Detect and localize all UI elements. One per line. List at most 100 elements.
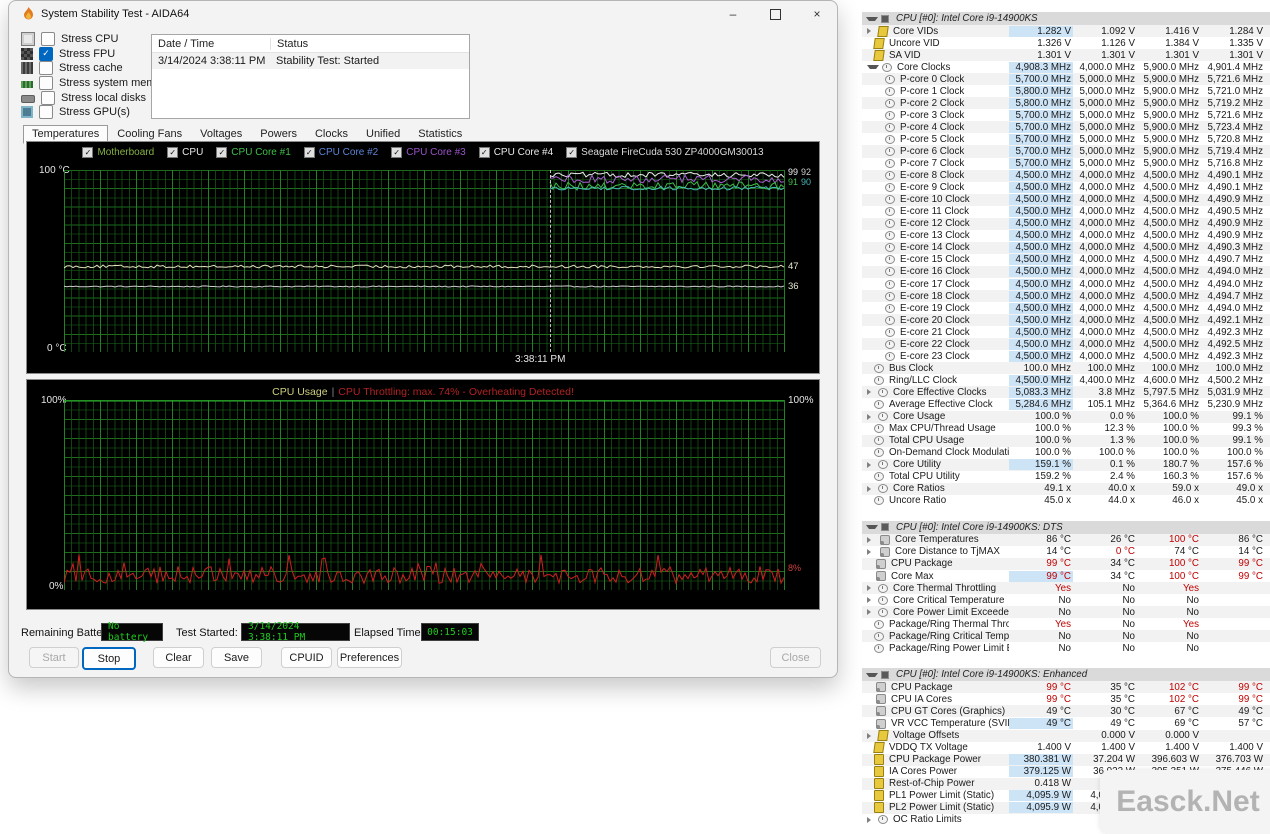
sensor-row[interactable]: E-core 9 Clock 4,500.0 MHz 4,000.0 MHz 4,50… bbox=[862, 182, 1270, 194]
chevron-right-icon[interactable] bbox=[867, 732, 875, 739]
cpuid-button[interactable]: CPUID bbox=[281, 647, 332, 668]
sensor-row[interactable]: On-Demand Clock Modulation 100.0 % 100.0 %… bbox=[862, 447, 1270, 459]
close-window-button[interactable]: × bbox=[803, 3, 831, 25]
sensor-row[interactable]: E-core 19 Clock 4,500.0 MHz 4,000.0 MHz 4,5… bbox=[862, 302, 1270, 314]
legend-checkbox[interactable]: ✓ bbox=[391, 147, 403, 158]
sensor-row[interactable]: Total CPU Usage 100.0 % 1.3 % 100.0 % 99.1 % bbox=[862, 434, 1270, 447]
legend-checkbox[interactable]: ✓ bbox=[216, 147, 228, 158]
sensor-row[interactable]: E-core 12 Clock 4,500.0 MHz 4,000.0 MHz 4,5… bbox=[862, 217, 1270, 230]
sensor-row[interactable]: P-core 1 Clock 5,800.0 MHz 5,000.0 MHz 5,90… bbox=[862, 85, 1270, 97]
sensor-row[interactable]: Package/Ring Critical Temperature No No No bbox=[862, 630, 1270, 643]
sensor-row[interactable]: CPU Package 99 °C 34 °C 100 °C 99 °C bbox=[862, 557, 1270, 571]
sensor-row[interactable]: SA VID 1.301 V 1.301 V 1.301 V 1.301 V bbox=[862, 49, 1270, 62]
save-button[interactable]: Save bbox=[211, 647, 262, 668]
titlebar[interactable]: System Stability Test - AIDA64 – × bbox=[9, 1, 837, 27]
maximize-button[interactable] bbox=[761, 3, 789, 25]
sensor-row[interactable]: E-core 22 Clock 4,500.0 MHz 4,000.0 MHz 4,5… bbox=[862, 338, 1270, 351]
sensor-row[interactable]: Core Effective Clocks 5,083.3 MHz 3.8 MHz 5… bbox=[862, 386, 1270, 399]
sensor-row[interactable]: Core Critical Temperature No No No bbox=[862, 594, 1270, 606]
log-row[interactable]: 3/14/2024 3:38:11 PM Stability Test: Star… bbox=[152, 53, 469, 69]
chevron-down-icon[interactable] bbox=[867, 65, 879, 70]
chevron-right-icon[interactable] bbox=[867, 485, 875, 492]
sensor-row[interactable]: Core Temperatures 86 °C 26 °C 100 °C 86 °C bbox=[862, 533, 1270, 546]
chevron-down-icon[interactable] bbox=[866, 672, 878, 677]
stress-checkbox[interactable] bbox=[41, 32, 55, 47]
stress-checkbox[interactable] bbox=[39, 76, 53, 91]
sensor-row[interactable]: Package/Ring Thermal Throttling Yes No Yes bbox=[862, 618, 1270, 630]
sensor-row[interactable]: E-core 11 Clock 4,500.0 MHz 4,000.0 MHz 4,5… bbox=[862, 206, 1270, 218]
sensor-row[interactable]: Core Power Limit Exceeded No No No bbox=[862, 606, 1270, 619]
chevron-right-icon[interactable] bbox=[867, 585, 875, 592]
sensor-row[interactable]: Package/Ring Power Limit Exceeded No No No bbox=[862, 642, 1270, 654]
legend-checkbox[interactable]: ✓ bbox=[82, 147, 94, 158]
sensor-row[interactable]: E-core 14 Clock 4,500.0 MHz 4,000.0 MHz 4,5… bbox=[862, 241, 1270, 254]
sensor-row[interactable]: E-core 23 Clock 4,500.0 MHz 4,000.0 MHz 4,5… bbox=[862, 350, 1270, 362]
sensor-row[interactable]: VR VCC Temperature (SVID) 49 °C 49 °C 69 °C… bbox=[862, 717, 1270, 729]
sensor-row[interactable]: P-core 0 Clock 5,700.0 MHz 5,000.0 MHz 5,90… bbox=[862, 73, 1270, 86]
minimize-button[interactable]: – bbox=[719, 3, 747, 25]
sensor-row[interactable]: P-core 5 Clock 5,700.0 MHz 5,000.0 MHz 5,90… bbox=[862, 133, 1270, 145]
sensor-row[interactable]: Uncore Ratio 45.0 x 44.0 x 46.0 x 45.0 x bbox=[862, 495, 1270, 507]
sensor-row[interactable]: CPU IA Cores 99 °C 35 °C 102 °C 99 °C bbox=[862, 693, 1270, 705]
sensor-row[interactable]: Bus Clock 100.0 MHz 100.0 MHz 100.0 MHz 100.… bbox=[862, 362, 1270, 375]
stress-checkbox[interactable]: ✓ bbox=[39, 46, 53, 61]
chevron-right-icon[interactable] bbox=[867, 548, 875, 555]
sensor-row[interactable]: Ring/LLC Clock 4,500.0 MHz 4,400.0 MHz 4,60… bbox=[862, 374, 1270, 386]
sensor-row[interactable]: P-core 3 Clock 5,700.0 MHz 5,000.0 MHz 5,90… bbox=[862, 109, 1270, 121]
clear-button[interactable]: Clear bbox=[153, 647, 204, 668]
sensor-row[interactable]: CPU Package 99 °C 35 °C 102 °C 99 °C bbox=[862, 681, 1270, 694]
sensor-row[interactable]: E-core 16 Clock 4,500.0 MHz 4,000.0 MHz 4,5… bbox=[862, 265, 1270, 278]
sensor-row[interactable]: Core Distance to TjMAX 14 °C 0 °C 74 °C 14 °… bbox=[862, 546, 1270, 558]
chevron-right-icon[interactable] bbox=[867, 461, 875, 468]
sensor-row[interactable]: Core Clocks 4,908.3 MHz 4,000.0 MHz 5,900.0… bbox=[862, 61, 1270, 73]
legend-checkbox[interactable]: ✓ bbox=[303, 147, 315, 158]
sensor-row[interactable]: VDDQ TX Voltage 1.400 V 1.400 V 1.400 V 1.40… bbox=[862, 742, 1270, 754]
chevron-right-icon[interactable] bbox=[867, 389, 875, 396]
sensor-group-header[interactable]: CPU [#0]: Intel Core i9-14900KS bbox=[862, 12, 1270, 25]
chevron-down-icon[interactable] bbox=[866, 16, 878, 21]
sensor-row[interactable]: E-core 20 Clock 4,500.0 MHz 4,000.0 MHz 4,5… bbox=[862, 314, 1270, 327]
sensor-row[interactable]: Max CPU/Thread Usage 100.0 % 12.3 % 100.0 %… bbox=[862, 423, 1270, 435]
preferences-button[interactable]: Preferences bbox=[337, 647, 402, 668]
sensor-row[interactable]: E-core 15 Clock 4,500.0 MHz 4,000.0 MHz 4,5… bbox=[862, 254, 1270, 266]
sensor-row[interactable]: Core Max 99 °C 34 °C 100 °C 99 °C bbox=[862, 570, 1270, 582]
chevron-right-icon[interactable] bbox=[867, 816, 875, 823]
sensor-row[interactable]: P-core 6 Clock 5,700.0 MHz 5,000.0 MHz 5,90… bbox=[862, 145, 1270, 158]
chevron-right-icon[interactable] bbox=[867, 597, 875, 604]
sensor-row[interactable]: E-core 17 Clock 4,500.0 MHz 4,000.0 MHz 4,5… bbox=[862, 278, 1270, 290]
legend-checkbox[interactable]: ✓ bbox=[167, 147, 179, 158]
sensor-row[interactable]: Core VIDs 1.282 V 1.092 V 1.416 V 1.284 V bbox=[862, 25, 1270, 38]
sensor-row[interactable]: Average Effective Clock 5,284.6 MHz 105.1 … bbox=[862, 398, 1270, 410]
sensor-row[interactable]: E-core 13 Clock 4,500.0 MHz 4,000.0 MHz 4,5… bbox=[862, 230, 1270, 242]
sensor-row[interactable]: CPU GT Cores (Graphics) 49 °C 30 °C 67 °C 49… bbox=[862, 705, 1270, 718]
sensor-row[interactable]: E-core 18 Clock 4,500.0 MHz 4,000.0 MHz 4,5… bbox=[862, 290, 1270, 303]
sensor-row[interactable]: P-core 7 Clock 5,700.0 MHz 5,000.0 MHz 5,90… bbox=[862, 158, 1270, 170]
sensor-row[interactable]: Core Ratios 49.1 x 40.0 x 59.0 x 49.0 x bbox=[862, 482, 1270, 495]
sensor-group-header[interactable]: CPU [#0]: Intel Core i9-14900KS: DTS bbox=[862, 520, 1270, 534]
sensor-row[interactable]: Core Usage 100.0 % 0.0 % 100.0 % 99.1 % bbox=[862, 410, 1270, 423]
sensor-group-header[interactable]: CPU [#0]: Intel Core i9-14900KS: Enhance… bbox=[862, 668, 1270, 682]
chevron-right-icon[interactable] bbox=[867, 28, 875, 35]
chevron-right-icon[interactable] bbox=[867, 609, 875, 616]
chevron-right-icon[interactable] bbox=[867, 536, 875, 543]
stress-checkbox[interactable] bbox=[39, 105, 53, 120]
start-button[interactable]: Start bbox=[29, 647, 79, 668]
stress-checkbox[interactable] bbox=[41, 90, 55, 105]
sensor-row[interactable]: CPU Package Power 380.381 W 37.204 W 396.60… bbox=[862, 753, 1270, 766]
sensor-row[interactable]: Uncore VID 1.326 V 1.126 V 1.384 V 1.335 V bbox=[862, 37, 1270, 49]
chevron-right-icon[interactable] bbox=[867, 413, 875, 420]
stress-checkbox[interactable] bbox=[39, 61, 53, 76]
sensor-row[interactable]: Voltage Offsets 0.000 V 0.000 V bbox=[862, 729, 1270, 742]
close-button[interactable]: Close bbox=[770, 647, 821, 668]
legend-checkbox[interactable]: ✓ bbox=[478, 147, 490, 158]
sensor-row[interactable]: E-core 21 Clock 4,500.0 MHz 4,000.0 MHz 4,5… bbox=[862, 326, 1270, 338]
sensor-row[interactable]: P-core 2 Clock 5,800.0 MHz 5,000.0 MHz 5,90… bbox=[862, 97, 1270, 110]
sensor-row[interactable]: Core Thermal Throttling Yes No Yes bbox=[862, 582, 1270, 595]
stop-button[interactable]: Stop bbox=[82, 647, 136, 670]
sensor-row[interactable]: Core Utility 159.1 % 0.1 % 180.7 % 157.6 % bbox=[862, 458, 1270, 471]
sensor-row[interactable]: P-core 4 Clock 5,700.0 MHz 5,000.0 MHz 5,90… bbox=[862, 121, 1270, 134]
chevron-down-icon[interactable] bbox=[866, 525, 878, 530]
sensor-row[interactable]: E-core 10 Clock 4,500.0 MHz 4,000.0 MHz 4,5… bbox=[862, 193, 1270, 206]
sensor-row[interactable]: Total CPU Utility 159.2 % 2.4 % 160.3 % 157.… bbox=[862, 471, 1270, 483]
legend-checkbox[interactable]: ✓ bbox=[566, 147, 578, 158]
